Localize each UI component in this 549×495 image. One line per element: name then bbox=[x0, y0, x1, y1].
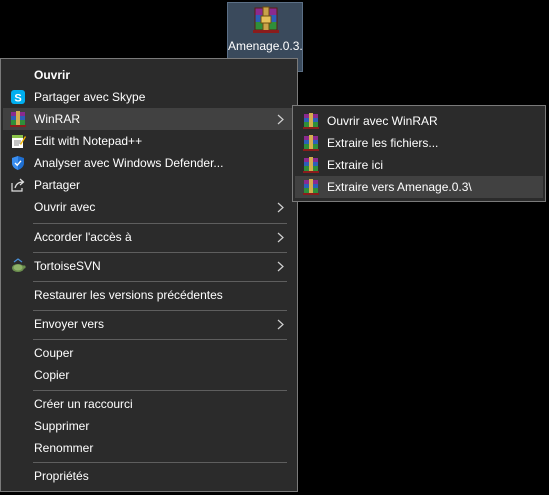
menu-item-renommer[interactable]: Renommer bbox=[3, 437, 295, 459]
menu-item-label: Créer un raccourci bbox=[34, 397, 133, 411]
winrar-submenu: Ouvrir avec WinRAR Extraire les fichiers… bbox=[292, 105, 546, 202]
menu-item-label: Partager bbox=[34, 178, 81, 192]
winrar-icon bbox=[303, 179, 319, 195]
menu-item-label: Edit with Notepad++ bbox=[34, 134, 143, 148]
menu-item-proprietes[interactable]: Propriétés bbox=[3, 465, 295, 487]
menu-item-partager-skype[interactable]: S Partager avec Skype bbox=[3, 86, 295, 108]
submenu-item-extraire-fichiers[interactable]: Extraire les fichiers... bbox=[295, 132, 543, 154]
submenu-item-extraire-ici[interactable]: Extraire ici bbox=[295, 154, 543, 176]
menu-separator bbox=[33, 223, 287, 224]
menu-item-accorder-acces[interactable]: Accorder l'accès à bbox=[3, 226, 295, 248]
chevron-right-icon bbox=[277, 202, 284, 213]
menu-separator bbox=[33, 252, 287, 253]
menu-item-label: Supprimer bbox=[34, 419, 90, 433]
chevron-right-icon bbox=[277, 319, 284, 330]
menu-item-label: Renommer bbox=[34, 441, 94, 455]
menu-item-supprimer[interactable]: Supprimer bbox=[3, 415, 295, 437]
menu-item-label: WinRAR bbox=[34, 112, 81, 126]
menu-item-label: Envoyer vers bbox=[34, 317, 105, 331]
menu-item-winrar[interactable]: WinRAR bbox=[3, 108, 295, 130]
menu-separator bbox=[33, 462, 287, 463]
winrar-icon bbox=[303, 157, 319, 173]
menu-separator bbox=[33, 310, 287, 311]
menu-item-creer-raccourci[interactable]: Créer un raccourci bbox=[3, 393, 295, 415]
submenu-item-label: Extraire vers Amenage.0.3\ bbox=[327, 180, 472, 194]
winrar-icon bbox=[10, 111, 26, 127]
tortoisesvn-icon bbox=[12, 258, 26, 272]
menu-item-label: Ouvrir bbox=[34, 68, 71, 82]
winrar-archive-icon bbox=[253, 6, 279, 33]
menu-item-tortoisesvn[interactable]: TortoiseSVN bbox=[3, 255, 295, 277]
windows-defender-icon bbox=[12, 156, 24, 170]
skype-icon: S bbox=[11, 90, 25, 105]
chevron-right-icon bbox=[277, 261, 284, 272]
menu-item-label: Partager avec Skype bbox=[34, 90, 146, 104]
menu-item-restaurer-versions[interactable]: Restaurer les versions précédentes bbox=[3, 284, 295, 306]
submenu-item-label: Ouvrir avec WinRAR bbox=[327, 114, 438, 128]
share-icon bbox=[11, 178, 25, 192]
menu-item-label: Restaurer les versions précédentes bbox=[34, 288, 223, 302]
menu-item-ouvrir[interactable]: Ouvrir bbox=[3, 64, 295, 86]
submenu-item-label: Extraire ici bbox=[327, 158, 384, 172]
svg-text:S: S bbox=[14, 93, 21, 105]
menu-separator bbox=[33, 339, 287, 340]
winrar-icon bbox=[303, 135, 319, 151]
menu-item-edit-notepadpp[interactable]: Edit with Notepad++ bbox=[3, 130, 295, 152]
winrar-icon bbox=[303, 113, 319, 129]
menu-item-copier[interactable]: Copier bbox=[3, 364, 295, 386]
menu-separator bbox=[33, 281, 287, 282]
menu-item-partager[interactable]: Partager bbox=[3, 174, 295, 196]
notepadpp-icon bbox=[12, 135, 26, 148]
menu-item-ouvrir-avec[interactable]: Ouvrir avec bbox=[3, 196, 295, 218]
menu-item-label: Propriétés bbox=[34, 469, 89, 483]
menu-separator bbox=[33, 390, 287, 391]
menu-item-envoyer-vers[interactable]: Envoyer vers bbox=[3, 313, 295, 335]
menu-item-label: Copier bbox=[34, 368, 70, 382]
menu-item-label: Couper bbox=[34, 346, 74, 360]
menu-item-couper[interactable]: Couper bbox=[3, 342, 295, 364]
submenu-item-extraire-vers[interactable]: Extraire vers Amenage.0.3\ bbox=[295, 176, 543, 198]
menu-item-windows-defender[interactable]: Analyser avec Windows Defender... bbox=[3, 152, 295, 174]
submenu-item-label: Extraire les fichiers... bbox=[327, 136, 439, 150]
menu-item-label: Accorder l'accès à bbox=[34, 230, 132, 244]
chevron-right-icon bbox=[277, 232, 284, 243]
menu-item-label: TortoiseSVN bbox=[34, 259, 101, 273]
file-name-label: Amenage.0.3. bbox=[228, 39, 302, 53]
submenu-item-ouvrir-winrar[interactable]: Ouvrir avec WinRAR bbox=[295, 110, 543, 132]
menu-item-label: Ouvrir avec bbox=[34, 200, 96, 214]
menu-item-label: Analyser avec Windows Defender... bbox=[34, 156, 224, 170]
context-menu: Ouvrir S Partager avec Skype WinRAR Edit… bbox=[0, 58, 298, 492]
chevron-right-icon bbox=[277, 114, 284, 125]
